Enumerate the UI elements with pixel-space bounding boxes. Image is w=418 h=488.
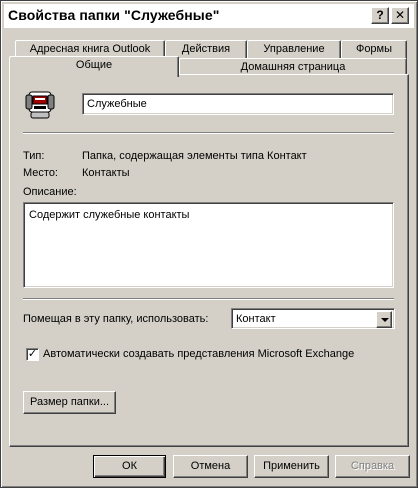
tab-forms[interactable]: Формы <box>341 40 407 59</box>
chevron-down-icon[interactable] <box>376 311 392 328</box>
exchange-views-checkbox[interactable]: ✓ <box>26 348 39 361</box>
post-form-value: Контакт <box>236 313 276 325</box>
location-label: Место: <box>23 167 58 179</box>
folder-name-value: Служебные <box>87 98 147 110</box>
description-textarea[interactable]: Содержит служебные контакты <box>23 202 394 288</box>
description-label: Описание: <box>23 186 77 198</box>
post-form-label: Помещая в эту папку, использовать: <box>23 313 209 325</box>
close-title-button[interactable]: ✕ <box>391 7 409 24</box>
ok-button[interactable]: ОК <box>93 455 166 478</box>
tab-general[interactable]: Общие <box>9 56 179 77</box>
folder-size-button[interactable]: Размер папки... <box>23 391 116 414</box>
tab-administration[interactable]: Управление <box>247 40 341 59</box>
window-title: Свойства папки "Служебные" <box>8 7 220 23</box>
help-title-button[interactable]: ? <box>371 7 389 24</box>
folder-properties-dialog: Свойства папки "Служебные" ? ✕ Адресная … <box>0 0 418 488</box>
help-button[interactable]: Справка <box>335 455 410 478</box>
apply-button[interactable]: Применить <box>254 455 329 478</box>
type-label: Тип: <box>23 150 45 162</box>
title-bar[interactable]: Свойства папки "Служебные" ? ✕ <box>4 4 414 28</box>
contact-folder-icon <box>23 86 57 122</box>
exchange-views-label: Автоматически создавать представления Mi… <box>43 348 355 360</box>
location-value: Контакты <box>82 167 130 179</box>
checkmark-icon: ✓ <box>27 348 38 360</box>
separator-middle <box>23 298 394 300</box>
description-value: Содержит служебные контакты <box>29 209 190 221</box>
cancel-button[interactable]: Отмена <box>173 455 248 478</box>
post-form-dropdown[interactable]: Контакт <box>231 308 395 329</box>
folder-name-input[interactable]: Служебные <box>82 93 394 115</box>
type-value: Папка, содержащая элементы типа Контакт <box>82 150 307 162</box>
separator-top <box>23 132 394 134</box>
